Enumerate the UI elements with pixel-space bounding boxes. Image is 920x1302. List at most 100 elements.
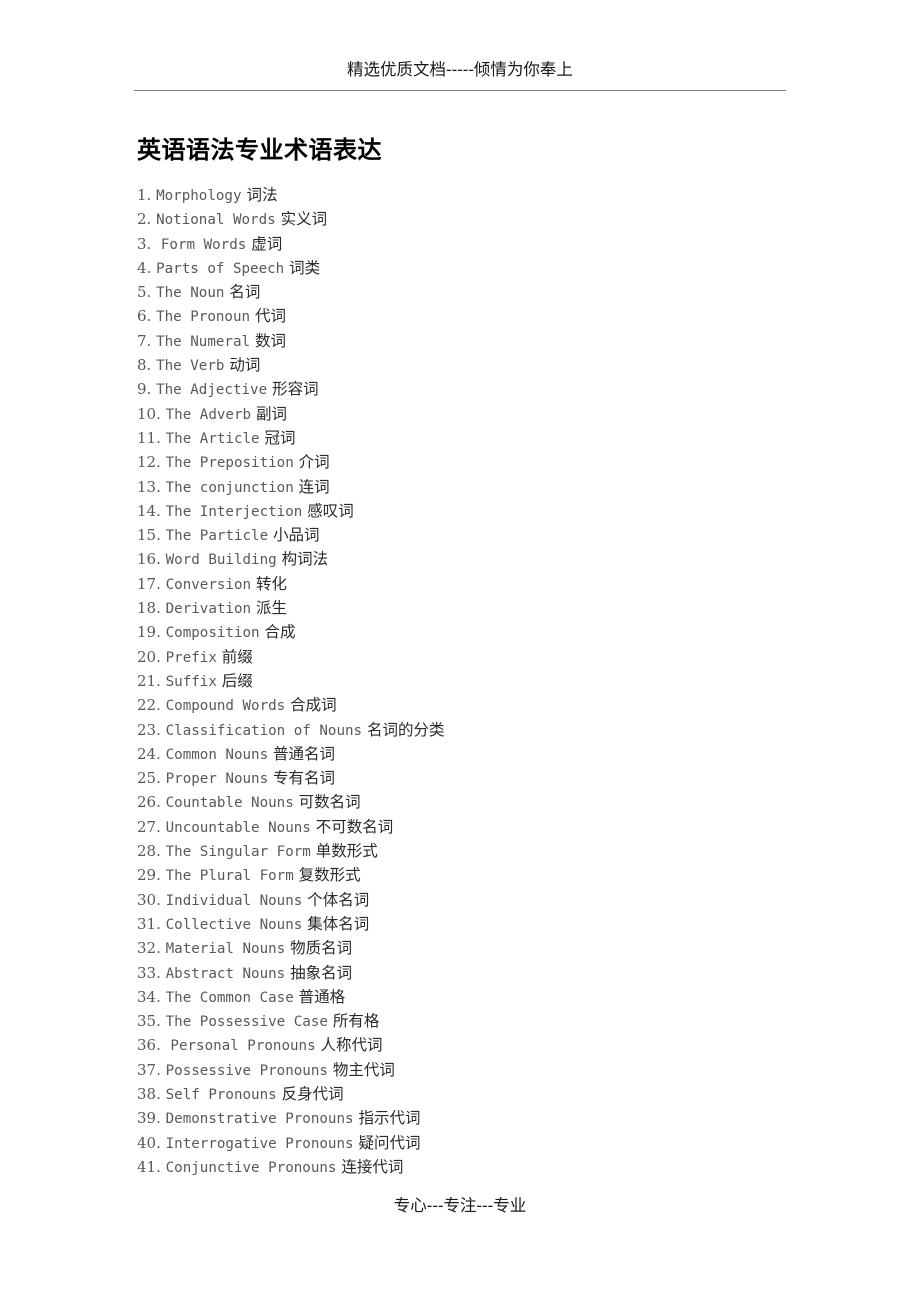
list-item-number: 32. [137, 939, 166, 958]
list-item-term-english: Word Building [165, 552, 277, 569]
list-item-term-chinese: 副词 [251, 404, 287, 423]
list-item-term-english: Proper Nouns [165, 771, 269, 788]
list-item: 37. Possessive Pronouns 物主代词 [137, 1058, 837, 1082]
list-item-term-english: The Adverb [165, 406, 252, 423]
list-item-number: 2. [137, 210, 157, 229]
list-item-term-chinese: 冠词 [259, 428, 296, 447]
list-item-term-chinese: 专有名词 [268, 769, 336, 788]
list-item-term-chinese: 单数形式 [310, 842, 378, 861]
list-item: 12. The Preposition 介词 [137, 450, 837, 474]
list-item: 1. Morphology 词法 [137, 183, 837, 207]
list-item-term-english: Interrogative Pronouns [165, 1135, 354, 1152]
list-item-term-chinese: 所有格 [327, 1012, 380, 1031]
list-item: 5. The Noun 名词 [137, 280, 837, 304]
list-item-term-english: Prefix [165, 649, 217, 666]
list-item-number: 4. [137, 258, 157, 277]
list-item: 8. The Verb 动词 [137, 353, 837, 377]
list-item-term-english: Derivation [165, 601, 252, 618]
list-item-term-chinese: 虚词 [246, 234, 283, 253]
list-item-number: 37. [137, 1060, 166, 1079]
list-item-term-chinese: 名词的分类 [362, 720, 445, 739]
list-item-number: 40. [137, 1133, 166, 1152]
list-item-term-english: The conjunction [165, 479, 294, 496]
list-item-term-english: The Adjective [156, 382, 268, 399]
list-item-term-english: The Numeral [156, 333, 251, 350]
list-item-number: 10. [137, 404, 166, 423]
list-item: 35. The Possessive Case 所有格 [137, 1009, 837, 1033]
list-item-term-chinese: 人称代词 [315, 1036, 383, 1055]
list-item-number: 1. [137, 186, 157, 204]
list-item-term-chinese: 普通格 [293, 987, 346, 1006]
list-item: 24. Common Nouns 普通名词 [137, 742, 837, 766]
list-item-term-english: Conversion [165, 576, 252, 593]
list-item-number: 8. [137, 356, 157, 375]
list-item-term-english: Compound Words [165, 698, 286, 715]
list-item-term-chinese: 形容词 [267, 380, 319, 399]
list-item: 33. Abstract Nouns 抽象名词 [137, 961, 837, 985]
list-item-term-chinese: 复数形式 [293, 866, 361, 885]
list-item-term-english: Collective Nouns [165, 916, 303, 933]
list-item-number: 31. [137, 914, 166, 933]
list-item-term-chinese: 集体名词 [302, 914, 370, 933]
list-item-term-english: Classification of Nouns [165, 722, 363, 739]
list-item-number: 15. [137, 526, 166, 545]
list-item-term-english: The Preposition [165, 455, 294, 472]
list-item: 31. Collective Nouns 集体名词 [137, 912, 837, 936]
list-item-term-english: Individual Nouns [165, 892, 303, 909]
list-item: 17. Conversion 转化 [137, 572, 837, 596]
list-item-term-chinese: 抽象名词 [285, 963, 353, 982]
list-item-term-english: Notional Words [156, 212, 276, 229]
list-item: 6. The Pronoun 代词 [137, 304, 837, 328]
list-item-number: 25. [137, 769, 166, 788]
list-item-number: 39. [137, 1109, 166, 1128]
list-item: 19. Composition 合成 [137, 620, 837, 644]
list-item: 21. Suffix 后缀 [137, 669, 837, 693]
list-item: 3. Form Words 虚词 [137, 232, 837, 256]
grammar-term-list: 1. Morphology 词法 2. Notional Words 实义词 3. … [137, 183, 837, 1179]
list-item: 4. Parts of Speech 词类 [137, 256, 837, 280]
page-title: 英语语法专业术语表达 [137, 135, 382, 165]
list-item-number: 29. [137, 866, 166, 885]
list-item-term-english: The Particle [165, 528, 269, 545]
list-item-number: 33. [137, 963, 166, 982]
list-item: 25. Proper Nouns 专有名词 [137, 766, 837, 790]
list-item-term-english: Conjunctive Pronouns [165, 1159, 337, 1176]
list-item-number: 7. [137, 331, 157, 350]
list-item: 20. Prefix 前缀 [137, 645, 837, 669]
list-item-term-chinese: 代词 [250, 307, 286, 326]
list-item: 22. Compound Words 合成词 [137, 693, 837, 717]
list-item-number: 13. [137, 477, 166, 496]
list-item-term-english: The Common Case [165, 989, 294, 1006]
list-item: 38. Self Pronouns 反身代词 [137, 1082, 837, 1106]
list-item-term-english: Personal Pronouns [170, 1038, 316, 1055]
list-item-number: 24. [137, 744, 166, 763]
list-item-term-english: The Verb [156, 358, 225, 375]
list-item: 13. The conjunction 连词 [137, 475, 837, 499]
list-item-term-english: Material Nouns [165, 941, 286, 958]
list-item: 30. Individual Nouns 个体名词 [137, 888, 837, 912]
list-item-number: 34. [137, 987, 166, 1006]
list-item: 40. Interrogative Pronouns 疑问代词 [137, 1131, 837, 1155]
list-item-term-chinese: 合成 [259, 623, 296, 642]
list-item: 10. The Adverb 副词 [137, 402, 837, 426]
running-header: 精选优质文档-----倾情为你奉上 [134, 58, 786, 91]
list-item-number: 5. [137, 283, 157, 302]
list-item-term-chinese: 词类 [284, 258, 321, 277]
list-item-term-chinese: 可数名词 [293, 793, 361, 812]
list-item-term-english: Possessive Pronouns [165, 1062, 328, 1079]
list-item-number: 36. [137, 1036, 171, 1055]
list-item-number: 14. [137, 501, 166, 520]
list-item-term-chinese: 感叹词 [302, 501, 354, 520]
list-item: 2. Notional Words 实义词 [137, 207, 837, 231]
list-item: 7. The Numeral 数词 [137, 329, 837, 353]
list-item: 23. Classification of Nouns 名词的分类 [137, 718, 837, 742]
list-item-term-chinese: 物质名词 [285, 939, 353, 958]
list-item-term-chinese: 反身代词 [276, 1084, 344, 1103]
list-item: 28. The Singular Form 单数形式 [137, 839, 837, 863]
list-item-number: 21. [137, 671, 166, 690]
list-item: 34. The Common Case 普通格 [137, 985, 837, 1009]
list-item-number: 18. [137, 599, 166, 618]
list-item-term-english: The Plural Form [165, 868, 294, 885]
list-item-term-english: Form Words [160, 236, 247, 253]
list-item-term-chinese: 物主代词 [327, 1060, 395, 1079]
